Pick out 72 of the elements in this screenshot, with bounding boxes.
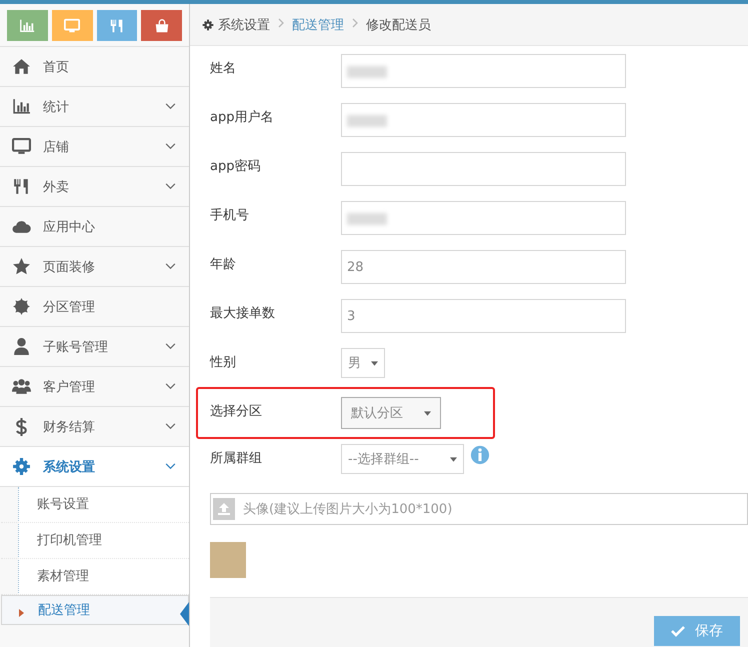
- input-field[interactable]: [341, 152, 626, 186]
- input-field[interactable]: [341, 54, 626, 88]
- breadcrumb-text: 系统设置: [218, 16, 270, 34]
- fork-knife-icon: [108, 18, 125, 34]
- chevron-down-icon: [165, 343, 176, 350]
- field-label: 性别: [210, 354, 237, 371]
- user-icon: [12, 337, 31, 356]
- upload-icon: [213, 498, 235, 520]
- field-label: 年龄: [210, 256, 237, 273]
- sidebar-item[interactable]: 首页: [0, 47, 189, 87]
- field-label: app密码: [210, 158, 262, 175]
- field-label: 所属群组: [210, 450, 263, 467]
- home-icon: [12, 57, 31, 76]
- sidebar-item[interactable]: 应用中心: [0, 207, 189, 247]
- sidebar-item[interactable]: 分区管理: [0, 287, 189, 327]
- chevron-down-icon: [165, 383, 176, 390]
- submenu-item[interactable]: 打印机管理: [1, 523, 189, 559]
- bar-chart-icon: [19, 18, 36, 34]
- shortcut-button[interactable]: [7, 10, 48, 41]
- chevron-down-icon: [165, 143, 176, 150]
- monitor-icon: [64, 18, 80, 34]
- sidebar-item[interactable]: 子账号管理: [0, 327, 189, 367]
- fork-knife-icon: [12, 177, 31, 196]
- input-field[interactable]: 3: [341, 299, 626, 333]
- submenu-item[interactable]: 账号设置: [1, 487, 189, 523]
- shortcut-button[interactable]: [52, 10, 92, 41]
- check-icon: [671, 625, 685, 637]
- select-field[interactable]: 男: [341, 348, 385, 378]
- blurred-text: [347, 213, 387, 225]
- caret-right-icon: [180, 602, 189, 626]
- star-icon: [12, 257, 31, 276]
- blurred-text: [347, 115, 387, 127]
- select-field[interactable]: --选择群组--: [341, 444, 464, 474]
- sidebar-item[interactable]: 店铺: [0, 127, 189, 167]
- field-label: 手机号: [210, 207, 250, 224]
- shortcut-button[interactable]: [141, 10, 182, 41]
- users-icon: [12, 377, 31, 396]
- settings-icon: [12, 457, 31, 476]
- chevron-down-icon: [165, 423, 176, 430]
- select-field[interactable]: 默认分区: [341, 397, 441, 429]
- sidebar-item[interactable]: 统计: [0, 87, 189, 127]
- field-label: 选择分区: [210, 403, 263, 420]
- field-label: app用户名: [210, 109, 274, 126]
- info-icon[interactable]: [469, 444, 491, 466]
- chevron-down-icon: [165, 183, 176, 190]
- blurred-text: [347, 66, 387, 78]
- monitor-icon: [12, 137, 31, 156]
- input-field[interactable]: [341, 103, 626, 137]
- field-label: 最大接单数: [210, 305, 276, 322]
- selection-pointer-icon: [19, 609, 24, 617]
- cog-icon: [12, 297, 31, 316]
- sidebar-item[interactable]: 外卖: [0, 167, 189, 207]
- settings-icon: [202, 18, 214, 30]
- bar-chart-icon: [12, 97, 31, 116]
- input-field[interactable]: 28: [341, 250, 626, 284]
- caret-icon: [371, 360, 378, 366]
- breadcrumb-text: 修改配送员: [366, 16, 431, 34]
- caret-icon: [424, 410, 431, 416]
- caret-icon: [450, 456, 457, 462]
- chevron-down-icon: [165, 463, 176, 470]
- breadcrumb-link[interactable]: 配送管理: [292, 16, 344, 34]
- chevron-down-icon: [165, 263, 176, 270]
- shortcut-button[interactable]: [96, 10, 138, 41]
- field-label: 姓名: [210, 60, 237, 77]
- input-field[interactable]: [341, 201, 626, 235]
- submenu-item[interactable]: 配送管理: [1, 595, 189, 625]
- shopping-bag-icon: [154, 18, 170, 34]
- sidebar-item[interactable]: 页面装修: [0, 247, 189, 287]
- photo-placeholder: [210, 542, 246, 578]
- sidebar-item[interactable]: 客户管理: [0, 367, 189, 407]
- sidebar-item[interactable]: 系统设置: [0, 447, 189, 487]
- chevron-down-icon: [165, 103, 176, 110]
